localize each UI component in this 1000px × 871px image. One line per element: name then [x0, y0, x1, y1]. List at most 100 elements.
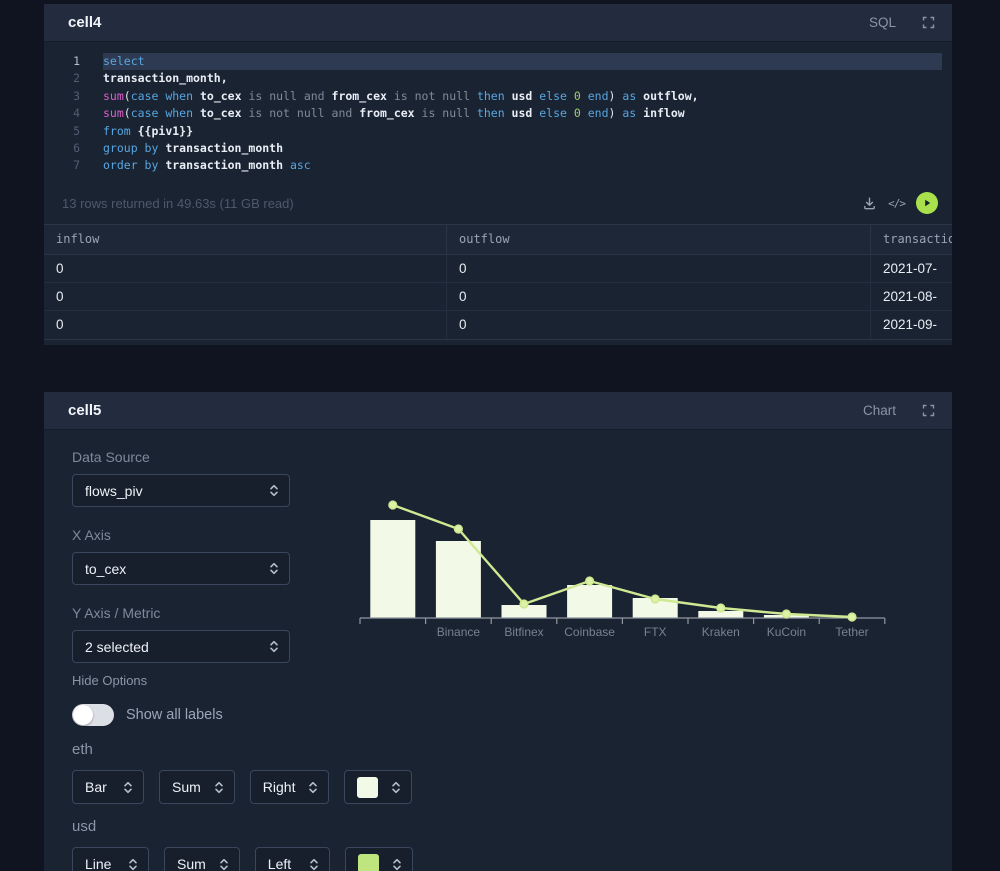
chevron-updown-icon [124, 781, 132, 793]
line-number: 5 [73, 123, 80, 138]
x-tick-label: KuCoin [767, 625, 806, 639]
query-status: 13 rows returned in 49.63s (11 GB read) [62, 195, 294, 211]
series-config-row-eth: Bar Sum Right [72, 770, 952, 804]
toggle-label: Show all labels [126, 707, 223, 723]
run-button[interactable] [916, 192, 938, 215]
sql-editor[interactable]: 1 select 2 transaction_month, 3 sum(case when… [44, 42, 952, 183]
eth-chart-type-select[interactable]: Bar [72, 770, 144, 804]
x-axis-select[interactable]: to_cex [72, 552, 290, 585]
chart-cell-body: Data Source flows_piv X Axis to_cex Y Ax… [44, 430, 952, 871]
code-line-text: from {{piv1}} [103, 123, 194, 138]
eth-axis-select[interactable]: Right [249, 770, 330, 804]
color-swatch [357, 853, 379, 871]
chevron-updown-icon [309, 858, 318, 870]
x-tick-label: Bitfinex [504, 625, 543, 639]
result-rows: 0 0 2021-07- 0 0 2021-08- 0 0 2021-09- [44, 254, 952, 339]
eth-color-select[interactable] [344, 770, 413, 804]
code-line-text: group by transaction_month [103, 140, 284, 155]
series-config-row-usd: Line Sum Left [72, 847, 952, 871]
table-row: 0 0 2021-07- [44, 254, 952, 283]
series-name-eth: eth [72, 741, 93, 758]
line-number: 6 [73, 140, 80, 155]
chevron-updown-icon [219, 858, 228, 870]
usd-color-select[interactable] [344, 847, 413, 871]
code-line[interactable]: 2 transaction_month, [44, 70, 952, 87]
column-header[interactable]: transaction_month [871, 225, 952, 254]
status-row: 13 rows returned in 49.63s (11 GB read) … [44, 183, 952, 224]
chevron-updown-icon [392, 781, 401, 793]
code-line[interactable]: 1 select [44, 53, 952, 71]
select-value: Bar [85, 779, 107, 795]
table-cell: 0 [447, 282, 871, 310]
code-line-text: select [103, 53, 942, 71]
line-number: 1 [73, 54, 80, 68]
column-header[interactable]: outflow [447, 224, 871, 254]
y-axis-select[interactable]: 2 selected [72, 630, 290, 663]
code-line[interactable]: 6 group by transaction_month [44, 140, 952, 157]
table-row: 0 0 2021-09- [44, 310, 952, 339]
hide-options-link[interactable]: Hide Options [72, 673, 952, 688]
chevron-updown-icon [392, 858, 401, 870]
x-tick-label: Kraken [702, 625, 740, 639]
code-line[interactable]: 3 sum(case when to_cex is null and from_c… [44, 88, 952, 105]
color-swatch [357, 776, 379, 798]
result-table: inflowoutflowtransaction_month 002021-07… [44, 223, 952, 340]
usd-agg-select[interactable]: Sum [164, 847, 240, 871]
chevron-updown-icon [270, 640, 278, 653]
x-axis-field: X Axis to_cex [72, 527, 290, 585]
expand-icon[interactable] [922, 404, 936, 418]
view-code-icon[interactable]: </> [888, 197, 906, 210]
result-header-row: inflowoutflowtransaction_month [44, 224, 952, 255]
x-tick-label: Coinbase [564, 625, 615, 639]
line-number: 3 [73, 88, 80, 103]
chevron-updown-icon [270, 484, 278, 497]
expand-icon[interactable] [922, 16, 936, 30]
chevron-updown-icon [309, 781, 318, 793]
chevron-updown-icon [214, 781, 223, 793]
code-line-text: sum(case when to_cex is not null and fro… [103, 106, 685, 121]
x-tick-label: Tether [835, 625, 868, 639]
cell4-header: cell4 SQL [44, 4, 952, 42]
show-all-labels-toggle[interactable] [72, 704, 114, 726]
line-number: 2 [73, 71, 80, 86]
table-cell: 0 [44, 310, 447, 339]
code-line[interactable]: 7 order by transaction_month asc [44, 157, 952, 174]
table-cell: 2021-08- [883, 288, 938, 304]
column-header[interactable]: inflow [44, 224, 447, 254]
select-value: Sum [172, 779, 201, 795]
field-label: Data Source [72, 449, 150, 465]
download-icon[interactable] [862, 196, 877, 211]
combo-chart[interactable]: Binance Bitfinex Coinbase FTX Kraken KuCoin Te… [356, 488, 936, 648]
sql-cell: cell4 SQL 1 select 2 transaction_month, 3 sum… [44, 4, 952, 345]
data-source-field: Data Source flows_piv [72, 449, 290, 507]
eth-agg-select[interactable]: Sum [159, 770, 235, 804]
select-value: Line [85, 856, 112, 871]
code-line-text: sum(case when to_cex is null and from_ce… [103, 88, 699, 103]
toggle-knob [73, 705, 93, 725]
select-value: flows_piv [85, 482, 143, 499]
code-line[interactable]: 4 sum(case when to_cex is not null and fr… [44, 105, 952, 122]
cell5-header: cell5 Chart [44, 392, 952, 430]
table-row: 0 0 2021-08- [44, 282, 952, 311]
usd-axis-select[interactable]: Left [254, 847, 330, 871]
data-source-select[interactable]: flows_piv [72, 474, 290, 507]
usd-chart-type-select[interactable]: Line [72, 847, 149, 871]
table-cell: 0 [447, 310, 871, 339]
select-value: 2 selected [85, 638, 149, 655]
code-line[interactable]: 5 from {{piv1}} [44, 123, 952, 140]
table-cell: 0 [447, 254, 871, 282]
code-line-text: transaction_month, [103, 71, 228, 86]
table-cell: 0 [44, 282, 447, 310]
cell-title: cell5 [68, 402, 102, 419]
show-all-labels-row: Show all labels [72, 704, 952, 726]
select-value: to_cex [85, 560, 127, 577]
select-value: Left [267, 856, 292, 871]
table-cell: 0 [44, 254, 447, 282]
select-value: Sum [177, 856, 206, 871]
cell-type-label: SQL [868, 15, 896, 30]
table-cell: 2021-09- [883, 317, 938, 333]
field-label: Y Axis / Metric [72, 605, 161, 621]
code-line-text: order by transaction_month asc [103, 158, 311, 173]
field-label: X Axis [72, 527, 111, 543]
line-number: 7 [73, 158, 80, 173]
